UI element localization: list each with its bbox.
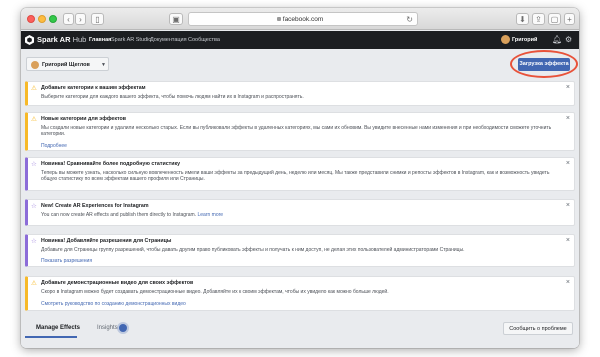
notice-link[interactable]: Показать разрешения [41, 258, 92, 264]
tab-overview-icon[interactable]: ▢ [548, 13, 561, 25]
notice-card: ⚠ Новые категории для эффектов Мы создал… [25, 112, 575, 151]
header-user-name[interactable]: Григорий [512, 37, 537, 43]
star-icon: ☆ [31, 238, 37, 245]
notice-body: Мы создали новые категории и удалили нес… [41, 125, 552, 138]
tab-manage-effects[interactable]: Manage Effects [36, 325, 80, 331]
close-icon[interactable]: × [566, 160, 570, 167]
page-content: Григорий Щеглов ▼ Загрузка эффекта ⚠ Доб… [21, 49, 579, 348]
chevron-right-icon[interactable]: › [75, 13, 86, 25]
lock-icon [277, 17, 281, 21]
notice-body: Теперь вы можете узнать, насколько сильн… [41, 170, 550, 183]
chevron-down-icon: ▼ [101, 62, 106, 68]
notice-title: Добавьте категории к вашим эффектам [41, 85, 146, 91]
star-icon: ☆ [31, 161, 37, 168]
nav-home[interactable]: Главная [89, 37, 111, 43]
notice-body-text: You can now create AR effects and publis… [41, 212, 197, 218]
notice-link[interactable]: Подробнее [41, 143, 67, 149]
report-problem-button[interactable]: Сообщить о проблеме [503, 322, 573, 335]
notice-card: ☆ Новинка! Сравнивайте более подробную с… [25, 157, 575, 191]
notice-link[interactable]: Learn more [197, 212, 223, 218]
close-icon[interactable]: × [566, 202, 570, 209]
notice-title: Новые категории для эффектов [41, 116, 127, 122]
notice-body: Скоро в Instagram можно будет создавать … [41, 289, 389, 295]
close-icon[interactable]: × [566, 115, 570, 122]
notice-card: ☆ Новинка! Добавляйте разрешения для Стр… [25, 234, 575, 267]
chevron-left-icon[interactable]: ‹ [63, 13, 74, 25]
notification-dot-icon [119, 324, 127, 332]
notice-card: ☆ New! Create AR Experiences for Instagr… [25, 199, 575, 226]
effects-tab-bar: Manage Effects Insights Сообщить о пробл… [21, 317, 579, 348]
nav-communities[interactable]: Сообщества [188, 37, 220, 43]
account-selector[interactable]: Григорий Щеглов ▼ [26, 57, 109, 71]
warning-icon: ⚠ [31, 116, 37, 123]
tab-insights[interactable]: Insights [97, 325, 118, 331]
notice-card: ⚠ Добавьте категории к вашим эффектам Вы… [25, 81, 575, 106]
site-header: Spark AR Hub Главная Spark AR Studio Док… [21, 31, 579, 49]
address-text: facebook.com [282, 16, 324, 23]
reload-icon[interactable]: ↻ [406, 13, 413, 26]
browser-window: ‹ › ▯ ▣ facebook.com ↻ ⬇ ⇪ ▢ + Spark AR … [21, 8, 579, 348]
nav-spark-ar-studio[interactable]: Spark AR Studio [111, 37, 151, 43]
notice-body: You can now create AR effects and publis… [41, 212, 223, 218]
close-icon[interactable]: × [566, 84, 570, 91]
highlight-annotation [510, 50, 578, 78]
brand-title: Spark AR [37, 35, 71, 44]
star-icon: ☆ [31, 203, 37, 210]
sidebar-icon[interactable]: ▯ [91, 13, 104, 25]
spark-ar-logo-icon[interactable] [25, 35, 34, 45]
notice-title: Добавьте демонстрационные видео для свои… [41, 280, 194, 286]
share-icon[interactable]: ⇪ [532, 13, 545, 25]
notice-link[interactable]: Смотреть руководство по созданию демонст… [41, 301, 186, 307]
notice-body: Выберите категории для каждого вашего эф… [41, 94, 304, 100]
notice-card: ⚠ Добавьте демонстрационные видео для св… [25, 276, 575, 311]
shield-icon[interactable]: ▣ [169, 13, 183, 25]
bell-icon[interactable]: 🔔︎ [552, 35, 562, 45]
notice-title: New! Create AR Experiences for Instagram [41, 203, 149, 209]
active-tab-indicator [25, 336, 77, 338]
notice-body: Добавьте для Страницы группу разрешений,… [41, 247, 465, 253]
nav-documentation[interactable]: Документация [150, 37, 187, 43]
address-bar[interactable]: facebook.com ↻ [188, 12, 418, 26]
warning-icon: ⚠ [31, 85, 37, 92]
warning-icon: ⚠ [31, 280, 37, 287]
account-name: Григорий Щеглов [42, 62, 90, 68]
close-icon[interactable]: × [566, 279, 570, 286]
gear-icon[interactable]: ⚙ [565, 35, 572, 45]
minimize-window-button[interactable] [38, 15, 46, 23]
new-tab-icon[interactable]: + [564, 13, 575, 25]
close-window-button[interactable] [27, 15, 35, 23]
zoom-window-button[interactable] [49, 15, 57, 23]
avatar[interactable] [501, 35, 510, 44]
notice-title: Новинка! Сравнивайте более подробную ста… [41, 161, 181, 167]
avatar [31, 60, 39, 69]
notice-title: Новинка! Добавляйте разрешения для Стран… [41, 238, 172, 244]
download-icon[interactable]: ⬇ [516, 13, 529, 25]
brand-name[interactable]: Spark AR Hub [37, 35, 86, 44]
brand-suffix: Hub [72, 35, 87, 44]
browser-toolbar: ‹ › ▯ ▣ facebook.com ↻ ⬇ ⇪ ▢ + [21, 8, 579, 30]
close-icon[interactable]: × [566, 237, 570, 244]
